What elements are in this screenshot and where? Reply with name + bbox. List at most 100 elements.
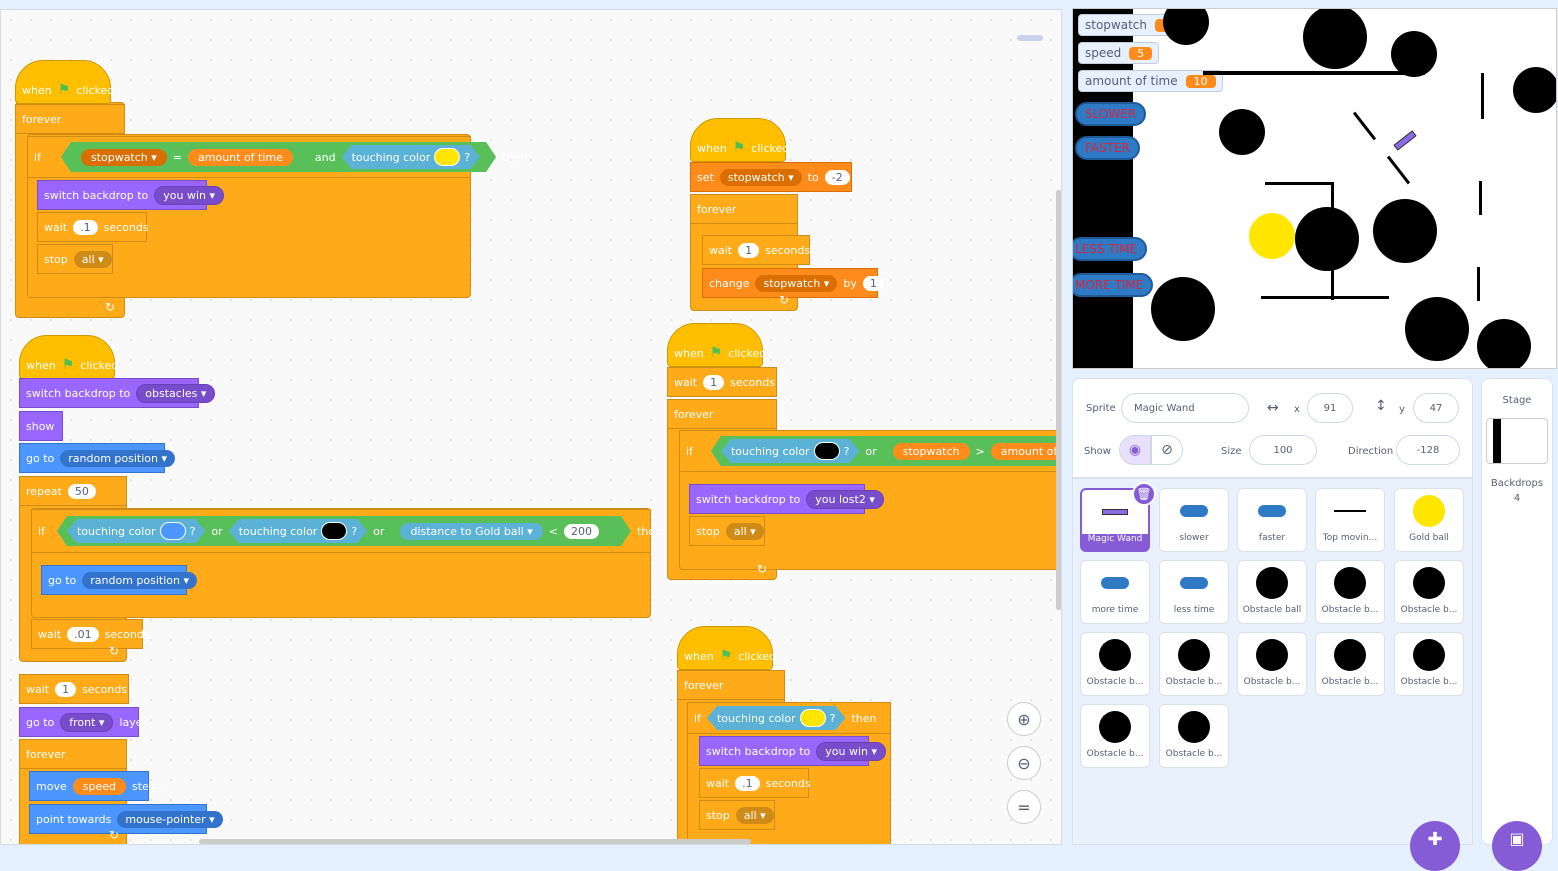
stop-dropdown[interactable]: all ▾ — [735, 806, 774, 824]
slower-sprite-button[interactable]: SLOWER — [1075, 102, 1147, 126]
stop-block-1[interactable]: stop all ▾ — [37, 244, 113, 274]
go-to-dropdown[interactable]: random position ▾ — [82, 571, 198, 589]
horizontal-scrollbar[interactable] — [199, 839, 751, 844]
show-hidden-button[interactable]: ⊘ — [1151, 435, 1183, 465]
sprite-tile[interactable]: Top movin... — [1315, 488, 1385, 552]
sprite-tile[interactable]: Obstacle b... — [1080, 704, 1150, 768]
switch-backdrop-obstacles[interactable]: switch backdrop to obstacles ▾ — [19, 378, 216, 408]
or-operator-outer[interactable]: touching color? or touching color? or di… — [57, 516, 631, 546]
sprite-tile[interactable]: Obstacle b... — [1159, 632, 1229, 696]
wait-block-3[interactable]: wait .01 seconds — [31, 619, 150, 649]
stopwatch-reporter[interactable]: stopwatch — [893, 443, 970, 460]
x-field[interactable]: 91 — [1307, 393, 1353, 423]
hat-flag-script-4[interactable]: when ⚑ clicked — [667, 323, 766, 367]
less-time-sprite-button[interactable]: LESS TIME — [1073, 237, 1148, 261]
wait-input[interactable]: 1 — [55, 681, 77, 697]
sprite-tile[interactable]: Gold ball — [1394, 488, 1464, 552]
stop-dropdown[interactable]: all ▾ — [73, 250, 112, 268]
hat-flag-script-2[interactable]: when ⚑ clicked — [690, 118, 789, 162]
repeat-block[interactable]: repeat 50 — [19, 476, 127, 506]
or-operator-4[interactable]: touching color? or stopwatch > amount of… — [711, 436, 1062, 466]
show-visible-button[interactable]: ◉ — [1119, 435, 1151, 465]
variable-dropdown[interactable]: stopwatch ▾ — [755, 274, 838, 292]
forever-block-5[interactable]: forever — [677, 670, 785, 700]
sprite-tile[interactable]: Obstacle b... — [1237, 632, 1307, 696]
equals-operator[interactable]: stopwatch ▾ = amount of time — [71, 146, 309, 169]
wait-block-6[interactable]: wait .1 seconds — [699, 768, 811, 798]
hat-flag-script-1[interactable]: when ⚑ clicked — [15, 60, 114, 104]
if-block-1[interactable]: if stopwatch ▾ = amount of time and touc… — [27, 136, 527, 178]
set-value-input[interactable]: -2 — [824, 169, 850, 185]
sprite-tile-magic-wand[interactable]: Magic Wand 🗑 — [1080, 482, 1156, 552]
sprite-tile[interactable]: Obstacle b... — [1394, 560, 1464, 624]
stage-canvas[interactable]: stopwatch1 speed5 amount of time10 SLOWE… — [1072, 8, 1557, 369]
touching-color-yellow[interactable]: touching color? — [342, 145, 480, 169]
code-area[interactable]: when ⚑ clicked forever if stopwatch ▾ = am… — [0, 9, 1062, 845]
monitor-amount-of-time[interactable]: amount of time 10 — [1078, 70, 1223, 92]
wait-block-4[interactable]: wait 1 seconds — [19, 674, 129, 704]
sprite-tile[interactable]: more time — [1080, 560, 1150, 624]
less-than-operator[interactable]: distance to Gold ball ▾ < 200 — [390, 520, 615, 543]
go-to-dropdown[interactable]: random position ▾ — [60, 449, 176, 467]
sprite-dropdown[interactable]: Gold ball — [475, 525, 524, 538]
wait-input[interactable]: 1 — [703, 374, 725, 390]
wait-block-1[interactable]: wait .1 seconds — [37, 212, 149, 242]
backdrop-dropdown[interactable]: you lost2 ▾ — [806, 489, 884, 509]
backdrop-dropdown[interactable]: you win ▾ — [816, 741, 887, 761]
wait-block-5[interactable]: wait 1 seconds — [667, 367, 777, 397]
if-block-3[interactable]: if touching color? or touching color? or… — [31, 509, 662, 553]
forever-block-4[interactable]: forever — [667, 399, 777, 429]
sprite-tile[interactable]: Obstacle b... — [1159, 704, 1229, 768]
amount-of-time-reporter[interactable]: amount of time — [188, 149, 293, 166]
stopwatch-reporter[interactable]: stopwatch ▾ — [81, 149, 167, 166]
sprite-tile[interactable]: Obstacle b... — [1394, 632, 1464, 696]
switch-backdrop-you-win[interactable]: switch backdrop to you win ▾ — [37, 180, 225, 210]
sprite-tile[interactable]: faster — [1237, 488, 1307, 552]
zoom-in-button[interactable]: ⊕ — [1007, 702, 1041, 736]
more-time-sprite-button[interactable]: MORE TIME — [1073, 273, 1154, 297]
touching-color-blue[interactable]: touching color? — [67, 519, 205, 543]
touching-color-yellow[interactable]: touching color? — [707, 706, 845, 730]
sprite-tile[interactable]: slower — [1159, 488, 1229, 552]
stop-block-4[interactable]: stop all ▾ — [689, 516, 765, 546]
change-by-input[interactable]: 1 — [862, 275, 884, 291]
go-to-random-block-2[interactable]: go to random position ▾ — [41, 565, 198, 595]
go-to-random-block[interactable]: go to random position ▾ — [19, 443, 176, 473]
stage-thumbnail[interactable] — [1486, 418, 1548, 464]
wait-input[interactable]: .1 — [735, 775, 760, 791]
wait-block-2[interactable]: wait 1 seconds — [702, 235, 810, 265]
distance-to-reporter[interactable]: distance to Gold ball ▾ — [400, 523, 542, 540]
repeat-input[interactable]: 50 — [67, 483, 96, 499]
zoom-reset-button[interactable]: = — [1007, 790, 1041, 824]
add-backdrop-button[interactable]: ▣ — [1492, 821, 1542, 871]
show-block[interactable]: show — [19, 411, 63, 441]
greater-than-operator[interactable]: stopwatch > amount of time — [883, 440, 1062, 463]
move-steps-block[interactable]: move speed steps — [29, 771, 162, 801]
faster-sprite-button[interactable]: FASTER — [1075, 136, 1140, 160]
speed-reporter[interactable]: speed — [72, 777, 126, 795]
switch-backdrop-you-win-2[interactable]: switch backdrop to you win ▾ — [699, 736, 887, 766]
sprite-tile[interactable]: Obstacle b... — [1315, 632, 1385, 696]
point-towards-dropdown[interactable]: mouse-pointer ▾ — [117, 810, 223, 828]
sprite-tile[interactable]: Obstacle b... — [1315, 560, 1385, 624]
if-block-4[interactable]: if touching color? or stopwatch > amount… — [679, 430, 1062, 472]
delete-sprite-icon[interactable]: 🗑 — [1132, 482, 1156, 506]
switch-backdrop-you-lost2[interactable]: switch backdrop to you lost2 ▾ — [689, 484, 884, 514]
sprite-tile[interactable]: Obstacle b... — [1080, 632, 1150, 696]
size-field[interactable]: 100 — [1249, 435, 1317, 465]
add-sprite-button[interactable]: ✚ — [1410, 821, 1460, 871]
stage-selector-panel[interactable]: Stage Backdrops 4 ▣ — [1481, 378, 1553, 871]
wait-input[interactable]: 1 — [738, 242, 760, 258]
monitor-speed[interactable]: speed 5 — [1078, 42, 1160, 64]
distance-input[interactable]: 200 — [564, 524, 599, 539]
black-swatch[interactable] — [321, 522, 347, 540]
sprite-tile[interactable]: less time — [1159, 560, 1229, 624]
sprite-tile[interactable]: Obstacle ball — [1237, 560, 1307, 624]
hat-flag-script-3[interactable]: when ⚑ clicked — [19, 335, 118, 379]
stop-block-5[interactable]: stop all ▾ — [699, 800, 775, 830]
if-block-5[interactable]: if touching color? then — [687, 702, 891, 734]
touching-color-black[interactable]: touching color? — [721, 439, 859, 463]
sprite-name-field[interactable]: Magic Wand — [1121, 393, 1249, 423]
and-operator[interactable]: stopwatch ▾ = amount of time and touchin… — [61, 142, 496, 172]
zoom-out-button[interactable]: ⊖ — [1007, 746, 1041, 780]
